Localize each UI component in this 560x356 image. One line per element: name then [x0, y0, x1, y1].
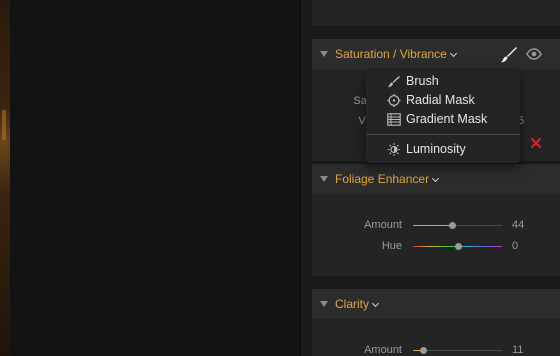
clarity-amount-value: 11: [512, 344, 524, 356]
gradient-mask-icon: [387, 113, 401, 126]
menu-item-gradient-mask[interactable]: Gradient Mask: [366, 110, 520, 129]
brush-icon: [388, 76, 400, 88]
section-title-clarity[interactable]: Clarity: [335, 297, 380, 311]
delete-mask-icon[interactable]: [530, 137, 542, 149]
menu-item-radial-mask[interactable]: Radial Mask: [366, 91, 520, 110]
menu-item-brush[interactable]: Brush: [366, 72, 520, 91]
collapse-triangle-icon[interactable]: [320, 176, 328, 182]
mask-dropdown-menu: Brush Radial Mask Gradient Mask Luminosi…: [366, 70, 520, 163]
foliage-enhancer-header[interactable]: Foliage Enhancer: [312, 164, 560, 194]
photo-preview-edge: [0, 0, 10, 356]
collapse-triangle-icon[interactable]: [320, 301, 328, 307]
menu-item-label: Luminosity: [406, 142, 466, 156]
chevron-down-icon: [449, 49, 457, 58]
slider-handle[interactable]: [449, 222, 457, 229]
clarity-header[interactable]: Clarity: [312, 289, 560, 319]
slider-fill: [413, 225, 453, 226]
section-title-foliage-enhancer[interactable]: Foliage Enhancer: [335, 172, 440, 186]
clarity-body: Amount 11: [312, 319, 560, 356]
adjustments-panel: Saturation / Vibrance Satu Vi 5 Foliage …: [310, 0, 560, 356]
eye-icon[interactable]: [526, 48, 542, 60]
slider-handle[interactable]: [419, 347, 427, 354]
clarity-amount-slider[interactable]: [413, 347, 502, 354]
brush-icon[interactable]: [500, 46, 518, 64]
menu-item-label: Brush: [406, 74, 439, 88]
section-title-saturation-vibrance[interactable]: Saturation / Vibrance: [335, 47, 457, 61]
menu-item-label: Gradient Mask: [406, 112, 488, 126]
foliage-amount-value: 44: [512, 219, 525, 231]
foliage-hue-slider[interactable]: [413, 243, 502, 250]
slider-handle[interactable]: [454, 243, 462, 250]
radial-mask-icon: [387, 94, 401, 107]
menu-separator: [366, 134, 520, 135]
luminosity-icon: [387, 143, 401, 156]
saturation-label: Satu: [353, 95, 376, 107]
previous-section-tail: [312, 0, 560, 26]
menu-item-luminosity[interactable]: Luminosity: [366, 140, 520, 159]
collapse-triangle-icon[interactable]: [320, 51, 328, 57]
menu-item-label: Radial Mask: [406, 93, 475, 107]
clarity-amount-label: Amount: [364, 344, 402, 356]
chevron-down-icon: [432, 174, 440, 183]
foliage-hue-value: 0: [512, 240, 519, 252]
foliage-amount-label: Amount: [364, 219, 402, 231]
foliage-amount-slider[interactable]: [413, 222, 502, 229]
image-canvas[interactable]: [10, 0, 300, 356]
vibrance-label: Vi: [358, 115, 368, 127]
chevron-down-icon: [371, 299, 380, 308]
foliage-enhancer-body: Amount 44 Hue 0: [312, 194, 560, 276]
foliage-hue-label: Hue: [381, 240, 402, 252]
saturation-vibrance-header[interactable]: Saturation / Vibrance: [312, 39, 560, 69]
